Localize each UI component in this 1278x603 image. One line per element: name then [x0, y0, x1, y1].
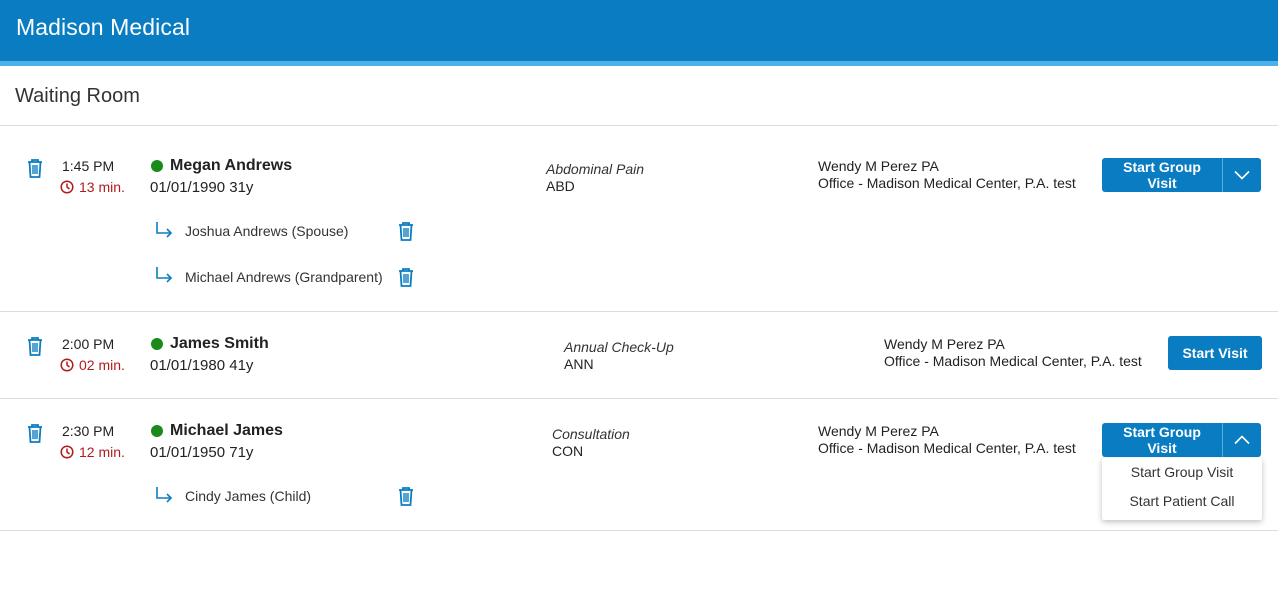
visit-time: 2:30 PM [62, 423, 115, 439]
delete-visit-icon[interactable] [26, 336, 44, 356]
start-visit-button[interactable]: Start Visit [1168, 336, 1262, 370]
delete-visit-icon[interactable] [26, 158, 44, 178]
provider-name: Wendy M Perez PA [818, 158, 939, 174]
related-patient: Joshua Andrews (Spouse) [185, 223, 349, 239]
visit-reason: Consultation [552, 426, 630, 442]
patient-name[interactable]: Michael James [151, 422, 283, 440]
wait-time: 12 min. [60, 444, 125, 460]
visit-code: CON [552, 443, 584, 459]
office-name: Office - Madison Medical Center, P.A. te… [818, 440, 1076, 456]
patient-dob: 01/01/1990 31y [150, 179, 254, 196]
menu-item-start-patient-call[interactable]: Start Patient Call [1102, 487, 1262, 515]
patient-name[interactable]: James Smith [151, 335, 269, 353]
app-title: Madison Medical [16, 14, 191, 40]
status-dot-icon [151, 425, 163, 437]
chevron-up-icon [1234, 435, 1250, 445]
patient-name-label: Michael James [170, 422, 283, 439]
visit-reason: Annual Check-Up [564, 339, 674, 355]
status-dot-icon [151, 338, 163, 350]
patient-dob: 01/01/1950 71y [150, 444, 254, 461]
menu-item-start-group-visit[interactable]: Start Group Visit [1102, 458, 1262, 486]
start-group-visit-button[interactable]: Start Group Visit [1102, 158, 1222, 192]
visit-time: 2:00 PM [62, 336, 115, 352]
office-name: Office - Madison Medical Center, P.A. te… [818, 175, 1076, 191]
wait-time-label: 13 min. [79, 179, 125, 195]
provider-name: Wendy M Perez PA [884, 336, 1005, 352]
related-arrow-icon [156, 487, 173, 503]
app-header: Madison Medical [0, 0, 1278, 66]
office-name: Office - Madison Medical Center, P.A. te… [884, 353, 1142, 369]
action-menu-toggle[interactable] [1222, 423, 1261, 457]
wait-time-label: 02 min. [79, 357, 125, 373]
divider [0, 398, 1278, 399]
patient-dob: 01/01/1980 41y [150, 357, 254, 374]
action-menu-toggle[interactable] [1222, 158, 1261, 192]
group-visit-button-group: Start Group Visit [1102, 158, 1261, 192]
wait-time: 02 min. [60, 357, 125, 373]
group-visit-button-group: Start Group Visit [1102, 423, 1261, 457]
delete-related-icon[interactable] [397, 267, 415, 287]
patient-name-label: James Smith [170, 335, 269, 352]
related-arrow-icon [156, 267, 173, 283]
provider-name: Wendy M Perez PA [818, 423, 939, 439]
related-patient: Cindy James (Child) [185, 488, 312, 504]
clock-icon [60, 180, 74, 194]
page-title: Waiting Room [15, 85, 140, 107]
wait-time: 13 min. [60, 179, 125, 195]
related-arrow-icon [156, 222, 173, 238]
visit-time: 1:45 PM [62, 158, 115, 174]
clock-icon [60, 358, 74, 372]
delete-related-icon[interactable] [397, 221, 415, 241]
wait-time-label: 12 min. [79, 444, 125, 460]
patient-name[interactable]: Megan Andrews [151, 157, 292, 175]
delete-related-icon[interactable] [397, 486, 415, 506]
status-dot-icon [151, 160, 163, 172]
divider [0, 125, 1278, 126]
delete-visit-icon[interactable] [26, 423, 44, 443]
divider [0, 530, 1278, 531]
related-patient: Michael Andrews (Grandparent) [185, 269, 383, 285]
visit-action-menu: Start Group Visit Start Patient Call [1102, 458, 1262, 520]
chevron-down-icon [1234, 170, 1250, 180]
clock-icon [60, 445, 74, 459]
patient-name-label: Megan Andrews [170, 157, 293, 174]
divider [0, 311, 1278, 312]
start-group-visit-button[interactable]: Start Group Visit [1102, 423, 1222, 457]
visit-code: ABD [546, 178, 575, 194]
visit-code: ANN [564, 356, 594, 372]
visit-reason: Abdominal Pain [546, 161, 645, 177]
